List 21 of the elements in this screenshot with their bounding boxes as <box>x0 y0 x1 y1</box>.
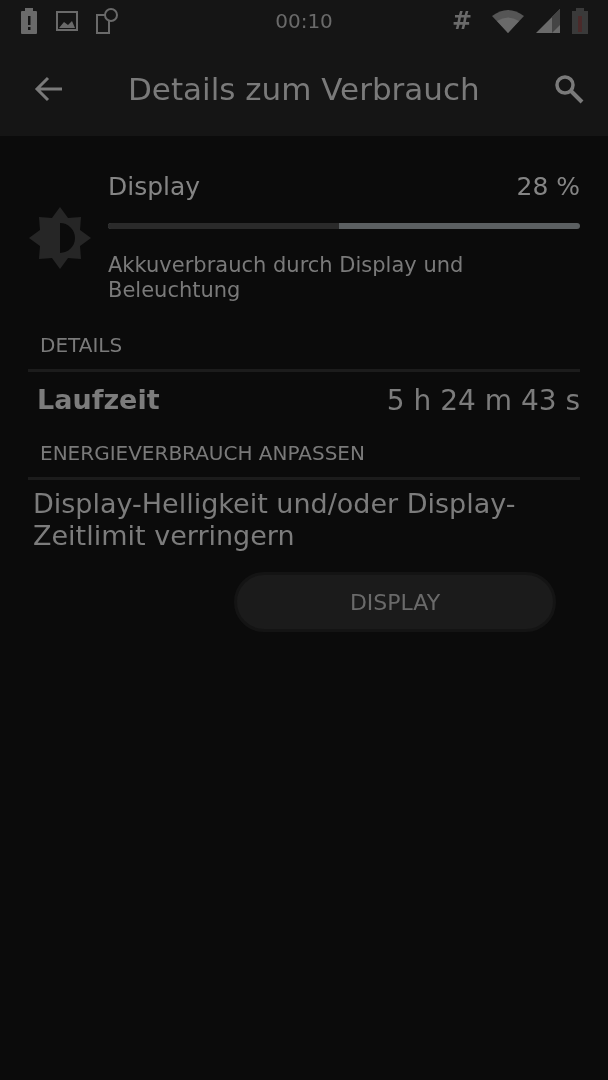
hash-symbol: # <box>451 7 472 35</box>
display-button[interactable]: DISPLAY <box>234 572 556 632</box>
tip-text: Display-Helligkeit und/oder Display-Zeitlimit verringern <box>33 488 517 552</box>
screen-title: Details zum Verbrauch <box>128 71 481 107</box>
signal-icon <box>536 9 560 33</box>
clock: 00:10 <box>275 9 333 33</box>
detail-value: 5 h 24 m 43 s <box>386 384 580 417</box>
phone-icon <box>96 8 120 34</box>
usage-percent: 28 % <box>516 172 580 201</box>
section-heading: DETAILS <box>28 329 580 372</box>
battery-alert-icon <box>20 8 38 34</box>
battery-icon <box>572 8 588 34</box>
brightness-icon <box>28 205 92 270</box>
section-heading: ENERGIEVERBRAUCH ANPASSEN <box>28 441 580 480</box>
back-arrow-icon <box>34 76 64 102</box>
image-icon <box>56 11 78 31</box>
search-icon <box>554 74 584 104</box>
usage-description: Akkuverbrauch durch Display und Beleuchtung <box>108 253 465 303</box>
detail-label: Laufzeit <box>37 384 160 417</box>
wifi-icon <box>492 9 524 33</box>
usage-name: Display <box>108 172 201 201</box>
